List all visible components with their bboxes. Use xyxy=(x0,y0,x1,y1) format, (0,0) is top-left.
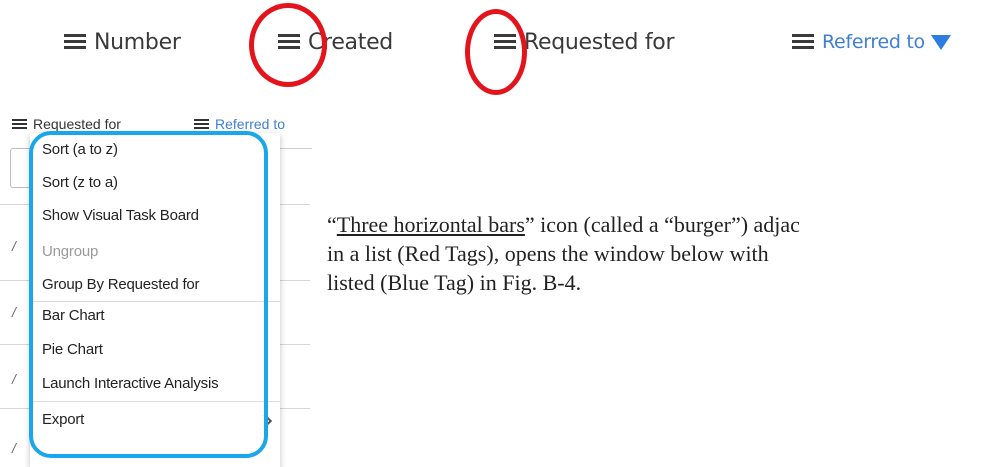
red-tag-annotation xyxy=(465,9,527,95)
list-header-label: Requested for xyxy=(33,116,121,132)
red-tag-annotation xyxy=(249,3,327,87)
burger-icon[interactable] xyxy=(64,34,86,50)
figure-caption: “Three horizontal bars” icon (called a “… xyxy=(327,210,997,297)
burger-icon[interactable] xyxy=(194,118,209,130)
column-label: Referred to xyxy=(822,31,925,53)
sort-descending-icon xyxy=(930,34,951,50)
row-marker: / xyxy=(12,440,16,456)
caption-line-1: “Three horizontal bars” icon (called a “… xyxy=(327,212,800,237)
column-label: Number xyxy=(94,29,181,55)
row-marker: / xyxy=(12,371,16,387)
column-header-referred-to[interactable]: Referred to xyxy=(792,26,951,58)
blue-tag-annotation xyxy=(29,131,268,458)
row-marker: / xyxy=(12,304,16,320)
burger-icon[interactable] xyxy=(792,34,814,50)
column-label: Requested for xyxy=(524,29,675,55)
row-marker: / xyxy=(12,238,16,254)
caption-line-3: listed (Blue Tag) in Fig. B-4. xyxy=(327,270,582,295)
list-header-label: Referred to xyxy=(215,116,286,132)
caption-underlined-term: Three horizontal bars xyxy=(336,212,525,237)
burger-icon[interactable] xyxy=(12,118,27,130)
caption-line-2: in a list (Red Tags), opens the window b… xyxy=(327,241,769,266)
table-cell xyxy=(280,148,312,187)
filter-input[interactable] xyxy=(10,148,31,188)
column-header-number[interactable]: Number xyxy=(64,26,181,58)
